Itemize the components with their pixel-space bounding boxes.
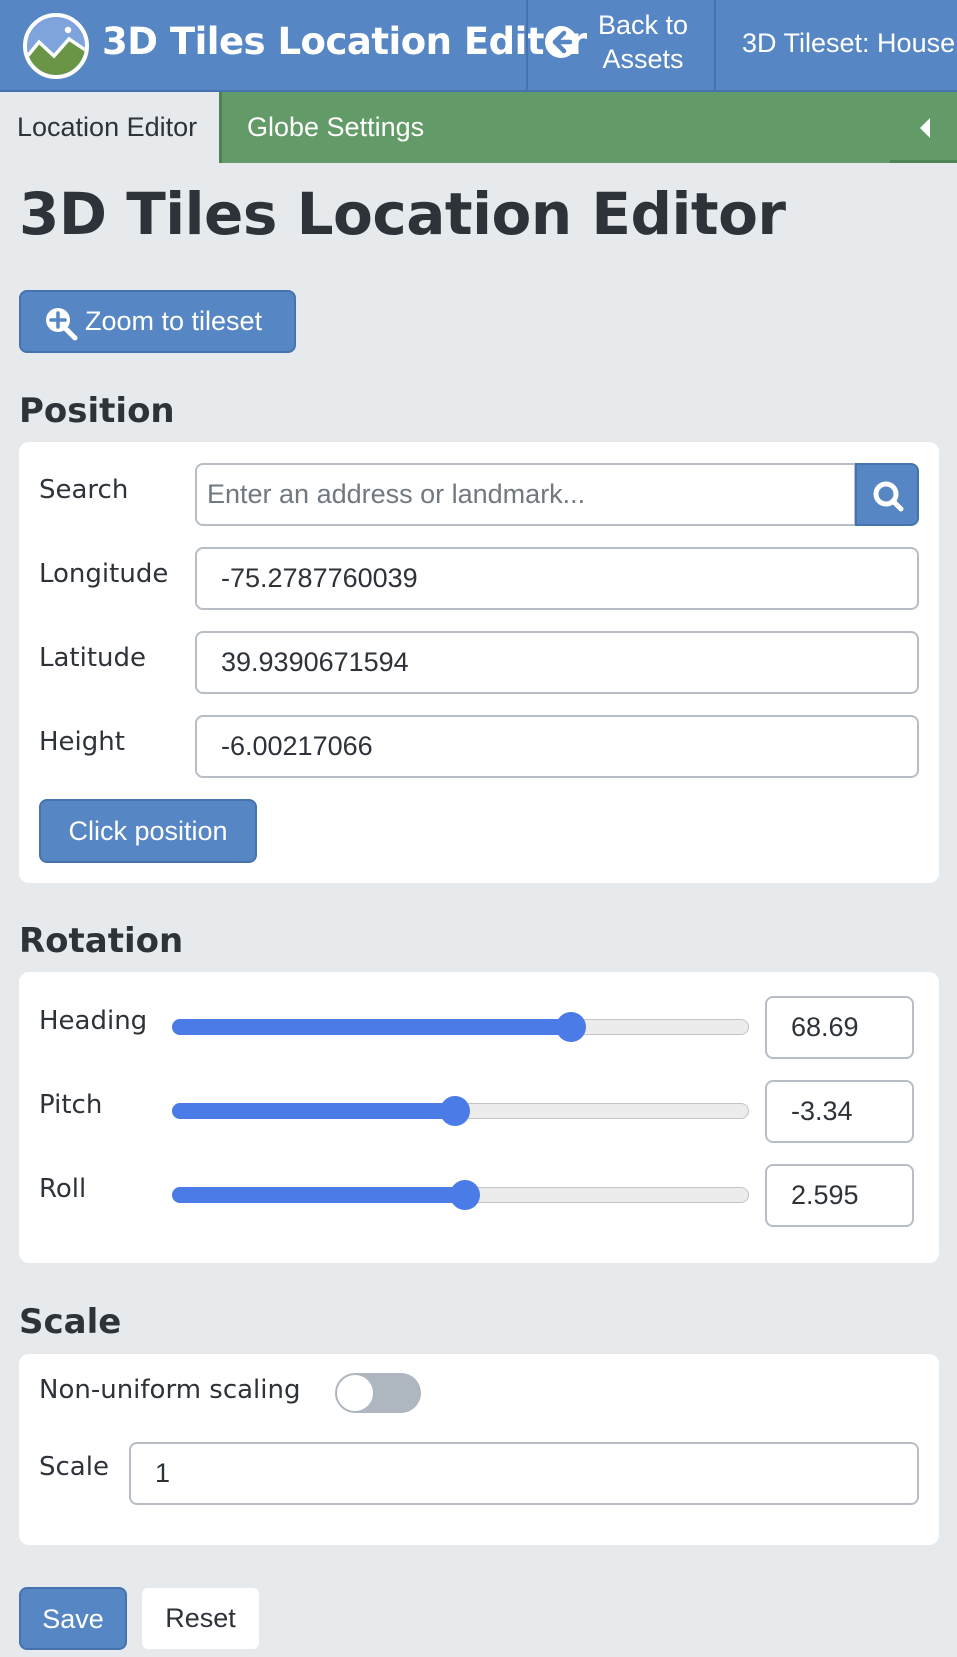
app-header: 3D Tiles Location Editor Back to Assets … [0,0,957,92]
heading-value-input[interactable] [765,996,914,1059]
latitude-label: Latitude [39,643,147,673]
height-label: Height [39,727,125,757]
scale-label: Scale [39,1452,109,1482]
nonuniform-scaling-toggle[interactable] [335,1373,421,1413]
slider-fill [172,1103,456,1119]
scale-input[interactable] [129,1442,919,1505]
back-label-line1: Back to [597,10,689,40]
pitch-slider[interactable] [172,1096,749,1126]
triangle-left-icon [920,118,930,138]
tileset-tab-label: 3D Tileset: House [742,28,956,58]
nonuniform-scaling-label: Non-uniform scaling [39,1375,301,1405]
tab-globe-settings[interactable]: Globe Settings [225,92,525,163]
heading-slider[interactable] [172,1012,749,1042]
tab-bar: Location Editor Globe Settings [0,92,957,163]
zoom-in-icon [46,308,78,341]
search-icon [873,481,904,512]
tileset-tab[interactable]: 3D Tileset: House [716,0,957,92]
search-button[interactable] [855,463,919,526]
rotation-heading: Rotation [19,921,184,961]
scale-heading: Scale [19,1302,122,1342]
zoom-to-tileset-button[interactable]: Zoom to tileset [19,290,296,353]
height-input[interactable] [195,715,919,778]
toggle-knob [336,1374,374,1412]
tab-location-editor-label: Location Editor [17,112,198,142]
collapse-panel-button[interactable] [890,92,957,163]
roll-value-input[interactable] [765,1164,914,1227]
search-input[interactable] [195,463,856,526]
click-position-label: Click position [68,816,228,846]
save-button[interactable]: Save [19,1587,127,1650]
arrow-circle-left-icon [545,26,577,58]
pitch-label: Pitch [39,1090,103,1120]
page-title: 3D Tiles Location Editor [19,180,786,248]
slider-fill [172,1019,571,1035]
latitude-input[interactable] [195,631,919,694]
cesium-logo-icon[interactable] [21,11,91,81]
slider-thumb[interactable] [449,1180,480,1210]
save-label: Save [42,1604,104,1634]
back-label-line2: Assets [602,44,684,74]
reset-button[interactable]: Reset [142,1588,259,1649]
back-to-assets-label: Back to Assets [588,8,698,76]
pitch-value-input[interactable] [765,1080,914,1143]
slider-thumb[interactable] [555,1012,586,1042]
longitude-input[interactable] [195,547,919,610]
heading-label: Heading [39,1006,148,1036]
slider-thumb[interactable] [440,1096,471,1126]
zoom-to-tileset-label: Zoom to tileset [85,306,263,336]
app-title: 3D Tiles Location Editor [102,20,587,63]
click-position-button[interactable]: Click position [39,799,257,863]
position-heading: Position [19,391,175,431]
tab-globe-settings-label: Globe Settings [247,112,425,142]
back-to-assets-button[interactable]: Back to Assets [528,0,714,92]
roll-label: Roll [39,1174,87,1204]
roll-slider[interactable] [172,1180,749,1210]
longitude-label: Longitude [39,559,169,589]
tab-location-editor[interactable]: Location Editor [0,92,222,163]
slider-fill [172,1187,465,1203]
search-label: Search [39,475,129,505]
